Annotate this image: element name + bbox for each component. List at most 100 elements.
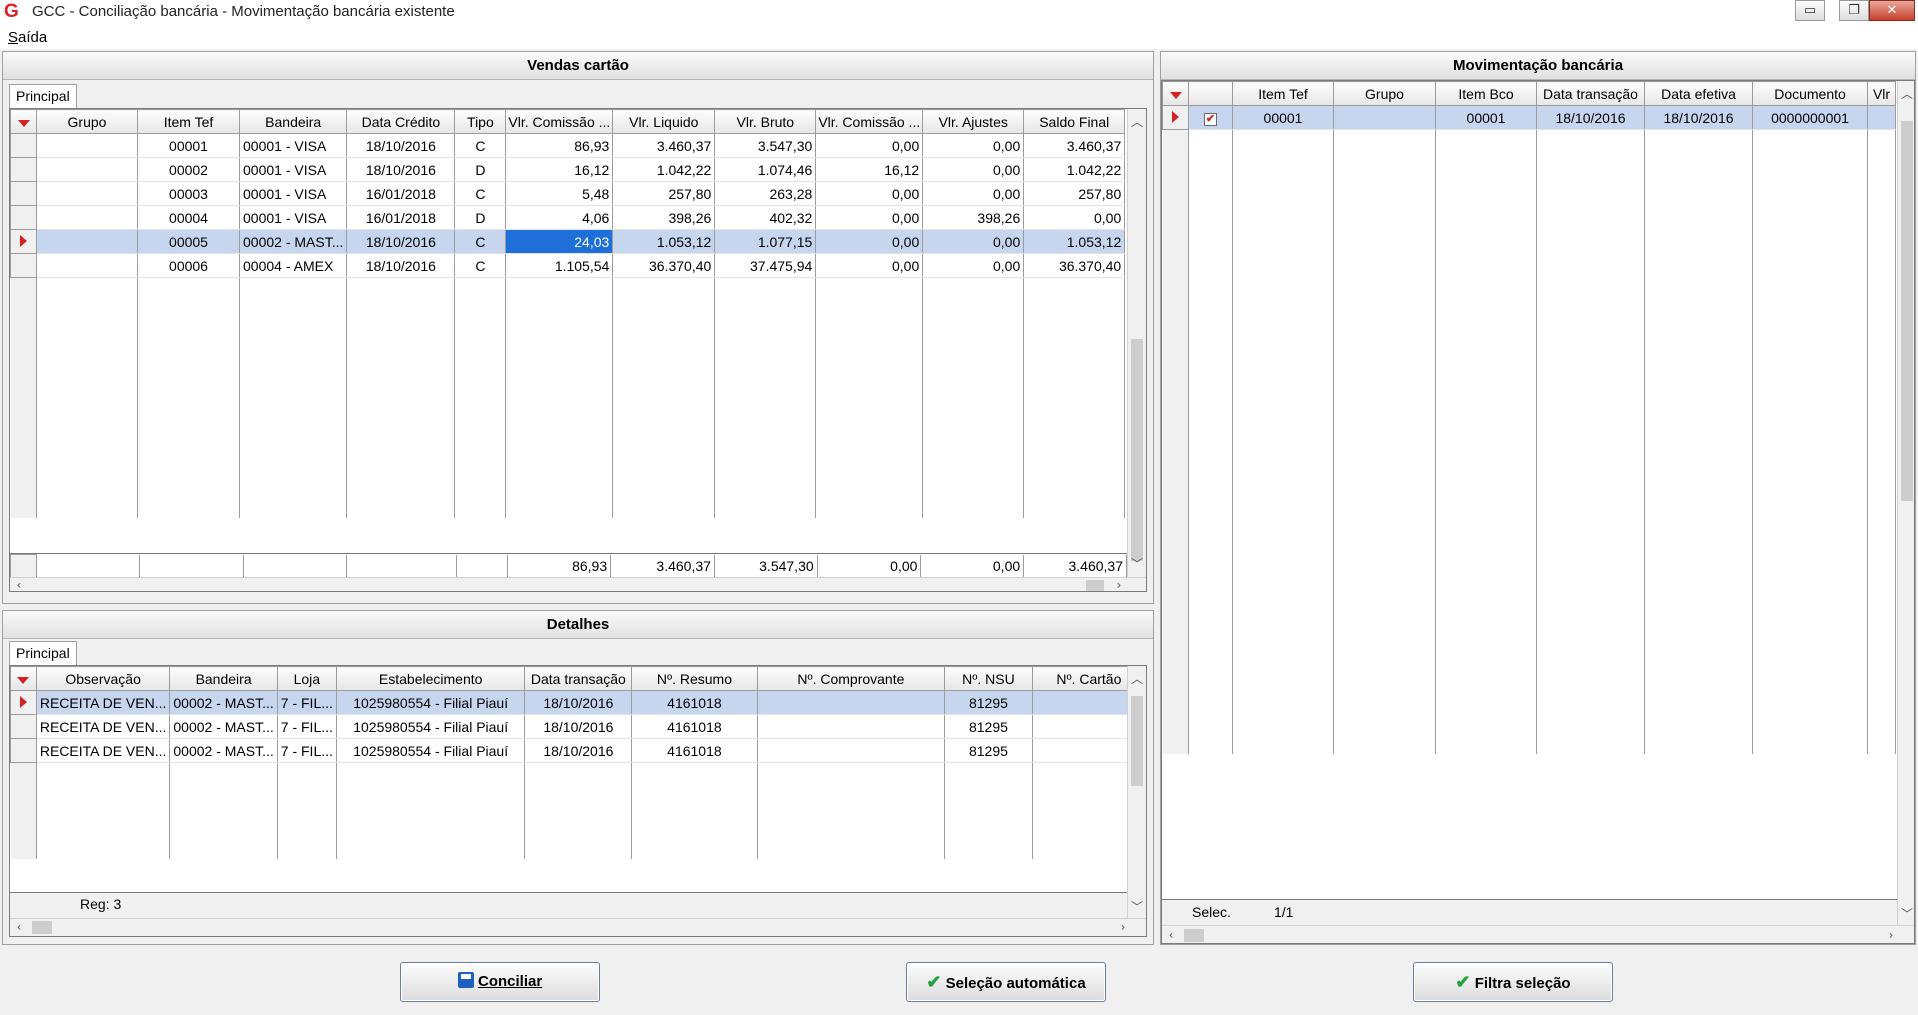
- vendas-cell[interactable]: C: [454, 253, 507, 278]
- vendas-cell[interactable]: 18/10/2016: [346, 253, 456, 278]
- row-indicator[interactable]: [10, 157, 37, 182]
- vendas-cell[interactable]: 00001 - VISA: [239, 181, 348, 206]
- vendas-cell[interactable]: 36.370,40: [612, 253, 716, 278]
- vendas-cell[interactable]: 00001: [137, 133, 240, 158]
- vendas-col-header[interactable]: Grupo: [36, 109, 138, 134]
- mov-col-header[interactable]: Grupo: [1333, 81, 1436, 106]
- movimentacao-hscroll-thumb[interactable]: [1184, 929, 1204, 942]
- minimize-button[interactable]: ▭: [1795, 0, 1825, 21]
- vendas-col-header[interactable]: Saldo Final: [1023, 109, 1126, 134]
- vendas-cell[interactable]: 4,06: [505, 205, 614, 230]
- vendas-cell[interactable]: 00005: [137, 229, 240, 254]
- vendas-col-header[interactable]: Vlr. Ajustes: [922, 109, 1025, 134]
- row-indicator[interactable]: [10, 181, 37, 206]
- scroll-left-icon[interactable]: ‹: [10, 578, 28, 591]
- mov-col-header[interactable]: Documento: [1752, 81, 1868, 106]
- conciliar-button[interactable]: Conciliar: [400, 962, 600, 1002]
- detalhes-cell[interactable]: 1025980554 - Filial Piauí: [336, 738, 526, 763]
- detalhes-cell[interactable]: 81295: [944, 714, 1033, 739]
- vendas-cell[interactable]: [36, 133, 138, 158]
- vendas-cell[interactable]: 1.074,46: [714, 157, 817, 182]
- vendas-cell[interactable]: 24,03: [505, 229, 614, 254]
- mov-col-header[interactable]: Item Tef: [1232, 81, 1334, 106]
- detalhes-vertical-scrollbar[interactable]: ︿ ﹀: [1127, 666, 1146, 918]
- scroll-up-icon[interactable]: ︿: [1128, 670, 1146, 687]
- detalhes-cell[interactable]: 00002 - MAST...: [169, 738, 278, 763]
- vendas-cell[interactable]: 1.105,54: [505, 253, 614, 278]
- scroll-right-icon[interactable]: ›: [1110, 578, 1128, 591]
- vendas-cell[interactable]: 00002 - MAST...: [239, 229, 348, 254]
- vendas-cell[interactable]: 5,48: [505, 181, 614, 206]
- detalhes-cell[interactable]: 4161018: [631, 714, 758, 739]
- detalhes-cell[interactable]: RECEITA DE VEN...: [36, 690, 171, 715]
- vendas-table-row[interactable]: 00006 00004 - AMEX 18/10/2016 C 1.105,54 36.3…: [10, 253, 1126, 278]
- vendas-cell[interactable]: C: [454, 133, 507, 158]
- vendas-scroll-thumb[interactable]: [1131, 339, 1143, 561]
- selecao-automatica-button[interactable]: ✔ Seleção automática: [906, 962, 1106, 1002]
- vendas-cell[interactable]: 0,00: [1023, 205, 1126, 230]
- movimentacao-cell[interactable]: 00001: [1232, 105, 1334, 130]
- mov-col-header[interactable]: Vlr: [1867, 81, 1896, 106]
- vendas-col-header[interactable]: Vlr. Bruto: [714, 109, 817, 134]
- vendas-header-menu[interactable]: [10, 109, 37, 134]
- tab-detalhes-principal[interactable]: Principal: [9, 641, 77, 665]
- movimentacao-cell[interactable]: 18/10/2016: [1536, 105, 1645, 130]
- detalhes-cell[interactable]: [757, 690, 946, 715]
- scroll-down-icon[interactable]: ﹀: [1898, 905, 1914, 922]
- vendas-col-header[interactable]: Vlr. Liquido: [612, 109, 716, 134]
- vendas-cell[interactable]: 86,93: [505, 133, 614, 158]
- detalhes-cell[interactable]: [757, 714, 946, 739]
- detalhes-cell[interactable]: 1025980554 - Filial Piauí: [336, 714, 526, 739]
- vendas-cell[interactable]: 0,00: [815, 229, 924, 254]
- detalhes-cell[interactable]: 00002 - MAST...: [169, 714, 278, 739]
- movimentacao-cell[interactable]: ✔: [1188, 105, 1233, 130]
- detalhes-cell[interactable]: 7 - FIL...: [277, 738, 337, 763]
- detalhes-horizontal-scrollbar[interactable]: ‹ ›: [10, 918, 1146, 936]
- vendas-hscroll-thumb[interactable]: [1086, 580, 1104, 591]
- vendas-cell[interactable]: 0,00: [815, 205, 924, 230]
- detalhes-col-header[interactable]: Observação: [35, 666, 171, 691]
- row-indicator[interactable]: [10, 714, 37, 739]
- vendas-cell[interactable]: 3.460,37: [1023, 133, 1126, 158]
- vendas-cell[interactable]: [36, 253, 138, 278]
- vendas-cell[interactable]: [36, 181, 138, 206]
- detalhes-cell[interactable]: 4161018: [631, 738, 758, 763]
- close-button[interactable]: ✕: [1869, 0, 1915, 21]
- vendas-cell[interactable]: 36.370,40: [1023, 253, 1126, 278]
- vendas-cell[interactable]: [36, 157, 138, 182]
- vendas-col-header[interactable]: Vlr. Comissão ...: [505, 109, 614, 134]
- detalhes-table-row[interactable]: RECEITA DE VEN... 00002 - MAST... 7 - FIL.…: [10, 714, 1146, 739]
- scroll-up-icon[interactable]: ︿: [1898, 85, 1914, 102]
- detalhes-cell[interactable]: 18/10/2016: [524, 738, 633, 763]
- detalhes-cell[interactable]: 81295: [944, 690, 1033, 715]
- detalhes-scroll-thumb[interactable]: [1131, 696, 1143, 786]
- movimentacao-cell[interactable]: 00001: [1435, 105, 1537, 130]
- vendas-cell[interactable]: 398,26: [922, 205, 1025, 230]
- vendas-vertical-scrollbar[interactable]: ︿ ﹀: [1127, 109, 1146, 577]
- row-indicator[interactable]: [1162, 105, 1189, 130]
- scroll-right-icon[interactable]: ›: [1114, 920, 1132, 934]
- vendas-cell[interactable]: 18/10/2016: [346, 133, 456, 158]
- vendas-cell[interactable]: 1.053,12: [1023, 229, 1126, 254]
- detalhes-cell[interactable]: RECEITA DE VEN...: [36, 738, 171, 763]
- movimentacao-cell[interactable]: 0000000001: [1752, 105, 1868, 130]
- vendas-cell[interactable]: 00004: [137, 205, 240, 230]
- mov-col-header[interactable]: Data efetiva: [1644, 81, 1753, 106]
- detalhes-col-header[interactable]: Loja: [276, 666, 337, 691]
- detalhes-col-header[interactable]: Nº. Resumo: [631, 666, 758, 691]
- vendas-table-row[interactable]: 00001 00001 - VISA 18/10/2016 C 86,93 3.460,3…: [10, 133, 1126, 158]
- vendas-cell[interactable]: D: [454, 205, 507, 230]
- row-indicator[interactable]: [10, 253, 37, 278]
- movimentacao-cell[interactable]: [1867, 105, 1896, 130]
- movimentacao-cell[interactable]: [1333, 105, 1436, 130]
- detalhes-cell[interactable]: 7 - FIL...: [277, 714, 337, 739]
- vendas-cell[interactable]: 0,00: [815, 253, 924, 278]
- detalhes-col-header[interactable]: Data transação: [524, 666, 633, 691]
- vendas-cell[interactable]: 0,00: [922, 229, 1025, 254]
- vendas-col-header[interactable]: Item Tef: [137, 109, 240, 134]
- vendas-cell[interactable]: 3.460,37: [612, 133, 716, 158]
- vendas-table-row[interactable]: 00003 00001 - VISA 16/01/2018 C 5,48 257,80 26…: [10, 181, 1126, 206]
- vendas-cell[interactable]: 0,00: [815, 181, 924, 206]
- scroll-left-icon[interactable]: ‹: [10, 920, 28, 934]
- vendas-table-row[interactable]: 00005 00002 - MAST... 18/10/2016 C 24,03 1.05…: [10, 229, 1126, 254]
